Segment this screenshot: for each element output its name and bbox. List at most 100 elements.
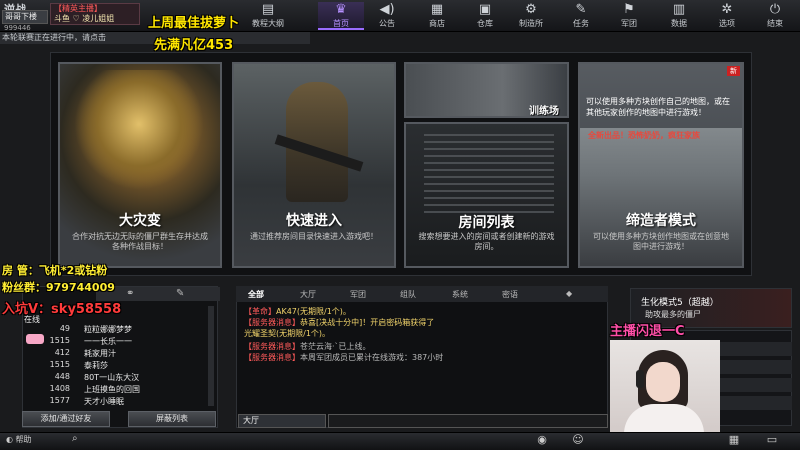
card-title: 训练场	[529, 106, 559, 117]
friend-row[interactable]: 412 耗家用汁	[28, 348, 208, 360]
nav-warehouse[interactable]: ▣ 仓库	[462, 2, 508, 30]
friend-name: 80T一山东大汉	[84, 373, 140, 382]
friend-row[interactable]: 1515 泰莉莎	[28, 360, 208, 372]
mode-card-quick-join[interactable]: 快速进入 通过推荐房间目录快速进入游戏吧！	[232, 62, 396, 268]
new-badge: 新	[727, 66, 740, 76]
card-title: 大灾变	[119, 213, 161, 229]
friend-level: 1577	[49, 396, 70, 405]
promo-subtitle: 助攻最多的僵尸	[645, 310, 701, 319]
chat-tab-whisper[interactable]: 密语	[502, 289, 518, 300]
chat-message: 光耀圣契(无期限/1个)。	[244, 328, 330, 339]
nav-label: 制造所	[519, 19, 543, 28]
book-icon: ▤	[261, 2, 275, 17]
friend-name: 粒粒娜娜梦梦	[84, 325, 132, 334]
friend-level: 1515	[49, 360, 70, 369]
chat-input[interactable]	[328, 414, 608, 428]
settings-icon: ✲	[721, 2, 733, 17]
gear-icon: ⚙	[525, 2, 537, 17]
nav-label: 教程大纲	[252, 19, 284, 28]
friend-level: 1515	[49, 336, 70, 345]
nav-label: 军团	[621, 19, 637, 28]
friend-level: 448	[54, 372, 70, 381]
speaker-icon: ◀)	[379, 2, 395, 17]
chat-tag: 【革命】	[244, 307, 276, 316]
nav-label: 仓库	[477, 19, 493, 28]
nav-options[interactable]: ✲ 选项	[704, 2, 750, 30]
nav-announcement[interactable]: ◀) 公告	[364, 2, 410, 30]
friends-scrollbar[interactable]	[208, 306, 214, 406]
nav-label: 数据	[671, 19, 687, 28]
nav-tasks[interactable]: ✎ 任务	[558, 2, 604, 30]
user-name-box[interactable]: 哥哥下楼	[2, 10, 48, 24]
friend-name: 上班摸鱼的回国	[84, 385, 140, 394]
creator-promo-text: 可以使用多种方块创作自己的地图，或在其他玩家创作的地图中进行游戏！	[586, 97, 730, 117]
person-icon[interactable]: ☺	[570, 433, 586, 447]
nav-data[interactable]: ▥ 数据	[656, 2, 702, 30]
nav-legion[interactable]: ⚑ 军团	[606, 2, 652, 30]
friend-row[interactable]: 1515 一一长乐一一	[28, 336, 208, 348]
chest-icon: ▣	[478, 2, 492, 17]
add-friend-button[interactable]: 添加/通过好友	[22, 411, 110, 427]
webcam-face	[646, 362, 680, 402]
help-button[interactable]: ◐ 帮助	[6, 434, 32, 445]
chat-text: 恭喜[决战十分中]！开启密码箱获得了	[300, 318, 435, 327]
anchor-badge-name: 斗鱼 ♡ 凌儿姐姐	[54, 14, 115, 23]
friend-name: 耗家用汁	[84, 349, 116, 358]
chat-tag: 【服务器消息】	[244, 342, 300, 351]
nav-exit[interactable]: ⏻ 结束	[752, 2, 798, 30]
chat-message: 【服务器消息】本周军团成员已累计在线游戏：387小时	[244, 352, 443, 363]
friend-name: 一一长乐一一	[84, 337, 132, 346]
stream-overlay-pit-v: 入坑V：sky58558	[2, 302, 122, 317]
record-icon[interactable]: ◉	[534, 433, 550, 447]
chat-channel-select[interactable]: 大厅	[238, 414, 326, 428]
anchor-badge-title: 【精英主播】	[54, 4, 102, 13]
help-label: 帮助	[15, 435, 32, 444]
block-list-button[interactable]: 屏蔽列表	[128, 411, 216, 427]
battery-icon[interactable]: ▭	[764, 433, 780, 447]
nav-label: 选项	[719, 19, 735, 28]
anchor-badge: 【精英主播】 斗鱼 ♡ 凌儿姐姐	[50, 3, 140, 25]
monster-artwork	[74, 70, 204, 190]
friend-row[interactable]: 448 80T一山东大汉	[28, 372, 208, 384]
nav-label: 首页	[333, 19, 349, 28]
edit-icon[interactable]: ✎	[176, 288, 184, 299]
friend-row[interactable]: 49 粒粒娜娜梦梦	[28, 324, 208, 336]
group-icon[interactable]: ⚭	[126, 288, 134, 299]
nav-shop[interactable]: ▦ 商店	[414, 2, 460, 30]
chat-message: 【服务器消息】苍茫云海·`已上线。	[244, 341, 371, 352]
diamond-icon[interactable]: ◆	[566, 289, 572, 298]
nav-factory[interactable]: ⚙ 制造所	[508, 2, 554, 30]
chat-tab-lobby[interactable]: 大厅	[300, 289, 316, 300]
nav-label: 结束	[767, 19, 783, 28]
chat-tab-legion[interactable]: 军团	[350, 289, 366, 300]
search-icon[interactable]: ⌕	[72, 433, 88, 447]
stream-overlay-room-admin: 房 管：飞机*2或钻粉	[2, 264, 108, 277]
chat-tab-all[interactable]: 全部	[248, 289, 264, 300]
chat-text: AK47(无期限/1个)。	[276, 307, 351, 316]
card-desc: 通过推荐房间目录快速进入游戏吧！	[250, 232, 378, 241]
card-desc: 搜索想要进入的房间或者创建新的游戏房间。	[418, 232, 555, 251]
nav-tutorial[interactable]: ▤ 教程大纲	[245, 2, 291, 30]
friend-row[interactable]: 1577 天才小睡眠	[28, 396, 208, 408]
friend-level: 412	[54, 348, 70, 357]
mode-card-room-list[interactable]: 房间列表 搜索想要进入的房间或者创建新的游戏房间。	[404, 122, 569, 268]
nav-home[interactable]: ♛ 首页	[318, 2, 364, 30]
nav-label: 公告	[379, 19, 395, 28]
card-desc: 可以使用多种方块创作地图或在创意地图中进行游戏！	[593, 232, 729, 251]
chat-tab-team[interactable]: 组队	[400, 289, 416, 300]
flag-icon: ⚑	[623, 2, 635, 17]
nav-label: 商店	[429, 19, 445, 28]
friend-level: 1408	[49, 384, 70, 393]
chat-text: 本周军团成员已累计在线游戏：387小时	[300, 353, 444, 362]
mode-card-creator[interactable]: 新 可以使用多种方块创作自己的地图，或在其他玩家创作的地图中进行游戏！ 全新出品…	[578, 62, 744, 268]
chat-text: 苍茫云海·`已上线。	[300, 342, 371, 351]
bottom-bar	[0, 432, 800, 450]
toggle-icon: ◐	[6, 435, 16, 444]
mode-card-training[interactable]: 训练场	[404, 62, 569, 118]
calendar-icon[interactable]: ▦	[726, 433, 742, 447]
chat-message: 【革命】AK47(无期限/1个)。	[244, 306, 351, 317]
chat-tab-system[interactable]: 系统	[452, 289, 468, 300]
mode-card-disaster[interactable]: 大灾变 合作对抗无边无际的僵尸群生存并达成各种作战目标！	[58, 62, 222, 268]
friend-row[interactable]: 1408 上班摸鱼的回国	[28, 384, 208, 396]
stream-overlay-fans-group: 粉丝群：979744009	[2, 281, 115, 294]
